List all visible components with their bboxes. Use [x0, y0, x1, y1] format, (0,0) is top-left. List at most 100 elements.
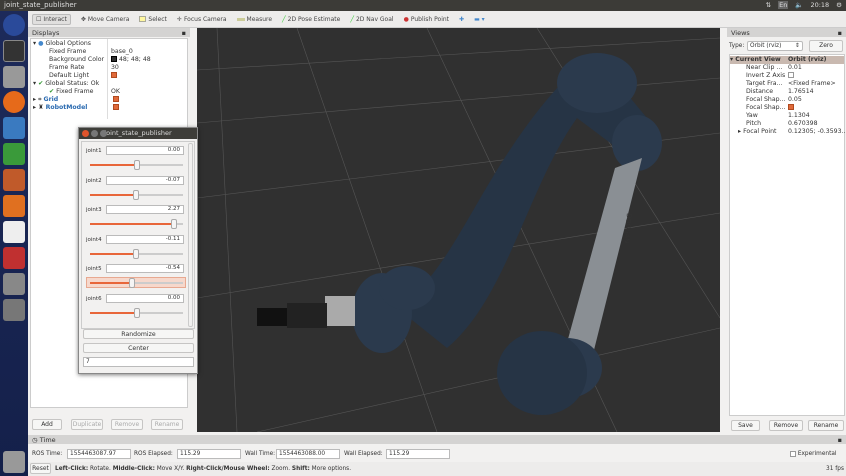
rviz-icon[interactable] — [3, 299, 25, 321]
clock[interactable]: 20:18 — [810, 1, 829, 9]
volume-icon[interactable]: 🔈 — [795, 1, 803, 9]
tree-status-fixed-frame[interactable]: ✔ Fixed Frame OK — [49, 88, 189, 96]
joint-value-field[interactable]: -0.07 — [106, 175, 184, 185]
tool-measure[interactable]: Measure — [236, 16, 272, 23]
arrow-icon: ╱ — [350, 15, 354, 23]
trash-icon[interactable] — [3, 451, 25, 473]
calc-icon[interactable] — [3, 143, 25, 165]
tool-select[interactable]: Select — [139, 16, 167, 23]
close-icon[interactable] — [82, 130, 89, 137]
terminal-icon[interactable] — [3, 40, 25, 62]
rename-button[interactable]: Rename — [151, 419, 183, 430]
current-view-row[interactable]: ▾ Current View Orbit (rviz) — [730, 56, 844, 64]
impress-icon[interactable] — [3, 169, 25, 191]
experimental-checkbox[interactable]: Experimental — [790, 449, 837, 459]
spinbox[interactable]: 7 — [83, 357, 194, 367]
ubuntu-icon[interactable] — [3, 14, 25, 36]
view-type-select[interactable]: Orbit (rviz) ⇕ — [747, 41, 803, 51]
joint-slider[interactable] — [90, 278, 183, 288]
amazon-icon[interactable] — [3, 221, 25, 243]
checkbox[interactable] — [113, 104, 119, 110]
close-icon[interactable]: ▪ — [182, 29, 186, 37]
duplicate-button[interactable]: Duplicate — [71, 419, 103, 430]
wall-time-field[interactable]: 1554463088.00 — [276, 449, 340, 459]
firefox-icon[interactable] — [3, 91, 25, 113]
tree-default-light[interactable]: Default Light — [49, 72, 189, 80]
view-property-row[interactable]: Pitch 0.670398 — [746, 120, 844, 128]
time-header: ◷ Time ▪ — [28, 435, 846, 444]
view-property-row[interactable]: Focal Shap... 0.05 — [746, 96, 844, 104]
slider-handle[interactable] — [128, 278, 135, 288]
tool-publish-point[interactable]: ● Publish Point — [404, 16, 449, 23]
joint-slider[interactable] — [90, 160, 183, 170]
tree-frame-rate[interactable]: Frame Rate 30 — [49, 64, 189, 72]
view-property-row[interactable]: Invert Z Axis — [746, 72, 844, 80]
tree-fixed-frame[interactable]: Fixed Frame base_0 — [49, 48, 189, 56]
view-property-row[interactable]: Focal Shap... — [746, 104, 844, 112]
view-property-row[interactable]: Distance 1.76514 — [746, 88, 844, 96]
tool-2d-nav-goal[interactable]: ╱ 2D Nav Goal — [350, 16, 393, 23]
view-property-row[interactable]: Near Clip ... 0.01 — [746, 64, 844, 72]
checkbox[interactable] — [111, 72, 117, 78]
move-icon: ✥ — [80, 15, 86, 23]
slider-handle[interactable] — [132, 189, 139, 200]
joint-slider[interactable] — [90, 219, 183, 229]
wall-elapsed-field[interactable]: 115.29 — [386, 449, 450, 459]
help-icon[interactable] — [3, 273, 25, 295]
reset-button[interactable]: Reset — [30, 463, 51, 474]
gear-icon[interactable]: ⚙ — [836, 1, 842, 9]
ros-elapsed-field[interactable]: 115.29 — [177, 449, 241, 459]
minimize-icon[interactable] — [91, 130, 98, 137]
view-property-row[interactable]: Yaw 1.1304 — [746, 112, 844, 120]
rename-view-button[interactable]: Rename — [808, 420, 844, 431]
view-property-row[interactable]: ▸ Focal Point 0.12305; -0.3593... — [738, 128, 846, 136]
joint-value-field[interactable]: 0.00 — [106, 293, 184, 303]
scrollbar[interactable] — [188, 143, 193, 327]
joint-value-field[interactable]: 2.27 — [106, 205, 184, 214]
software-center-icon[interactable] — [3, 195, 25, 217]
view-property-row[interactable]: Target Fra... <Fixed Frame> — [746, 80, 844, 88]
joint-slider[interactable] — [90, 189, 183, 200]
center-button[interactable]: Center — [83, 343, 194, 353]
arrow-icon: ╱ — [282, 15, 286, 23]
checkbox[interactable] — [113, 96, 119, 102]
files-icon[interactable] — [3, 66, 25, 88]
randomize-button[interactable]: Randomize — [83, 329, 194, 339]
tree-global-status[interactable]: ▾ ✔ Global Status: Ok — [33, 80, 99, 88]
ros-time-field[interactable]: 1554463087.97 — [67, 449, 131, 459]
tree-background-color[interactable]: Background Color 48; 48; 48 — [49, 56, 189, 64]
writer-icon[interactable] — [3, 117, 25, 139]
slider-handle[interactable] — [133, 307, 140, 318]
joint-slider[interactable] — [90, 307, 183, 318]
network-icon[interactable]: ⇅ — [766, 1, 771, 9]
zero-button[interactable]: Zero — [809, 40, 843, 52]
joint-value-field[interactable]: -0.11 — [106, 234, 184, 244]
tool-move-camera[interactable]: ✥ Move Camera — [81, 16, 130, 23]
slider-handle[interactable] — [133, 160, 140, 170]
checkbox[interactable] — [788, 104, 794, 110]
save-button[interactable]: Save — [731, 420, 760, 431]
remove-view-button[interactable]: Remove — [769, 420, 803, 431]
keyboard-layout[interactable]: En — [778, 1, 789, 9]
close-icon[interactable]: ▪ — [838, 29, 842, 37]
remove-button[interactable]: Remove — [111, 419, 143, 430]
slider-handle[interactable] — [170, 219, 177, 229]
remove-tool-button[interactable]: ▬ ▾ — [474, 16, 485, 23]
checkbox[interactable] — [788, 72, 794, 78]
3d-viewport[interactable]: DOOSAN — [197, 28, 720, 432]
settings-icon[interactable] — [3, 247, 25, 269]
tool-2d-pose-estimate[interactable]: ╱ 2D Pose Estimate — [282, 16, 340, 23]
joint-value-field[interactable]: -0.54 — [106, 264, 184, 273]
tool-focus-camera[interactable]: ✛ Focus Camera — [177, 16, 227, 23]
add-tool-button[interactable]: ✚ — [459, 16, 464, 23]
maximize-icon[interactable] — [100, 130, 107, 137]
slider-handle[interactable] — [132, 248, 139, 259]
tool-interact[interactable]: ☐ Interact — [32, 13, 71, 25]
tree-global-options[interactable]: ▾ ● Global Options — [33, 40, 91, 48]
tree-grid[interactable]: ▸ ⌗ Grid — [33, 96, 189, 104]
joint-value-field[interactable]: 0.00 — [106, 146, 184, 155]
joint-slider[interactable] — [90, 248, 183, 259]
close-icon[interactable]: ▪ — [838, 436, 842, 444]
add-button[interactable]: Add — [32, 419, 62, 430]
tree-robotmodel[interactable]: ▸ ♜ RobotModel — [33, 104, 189, 112]
